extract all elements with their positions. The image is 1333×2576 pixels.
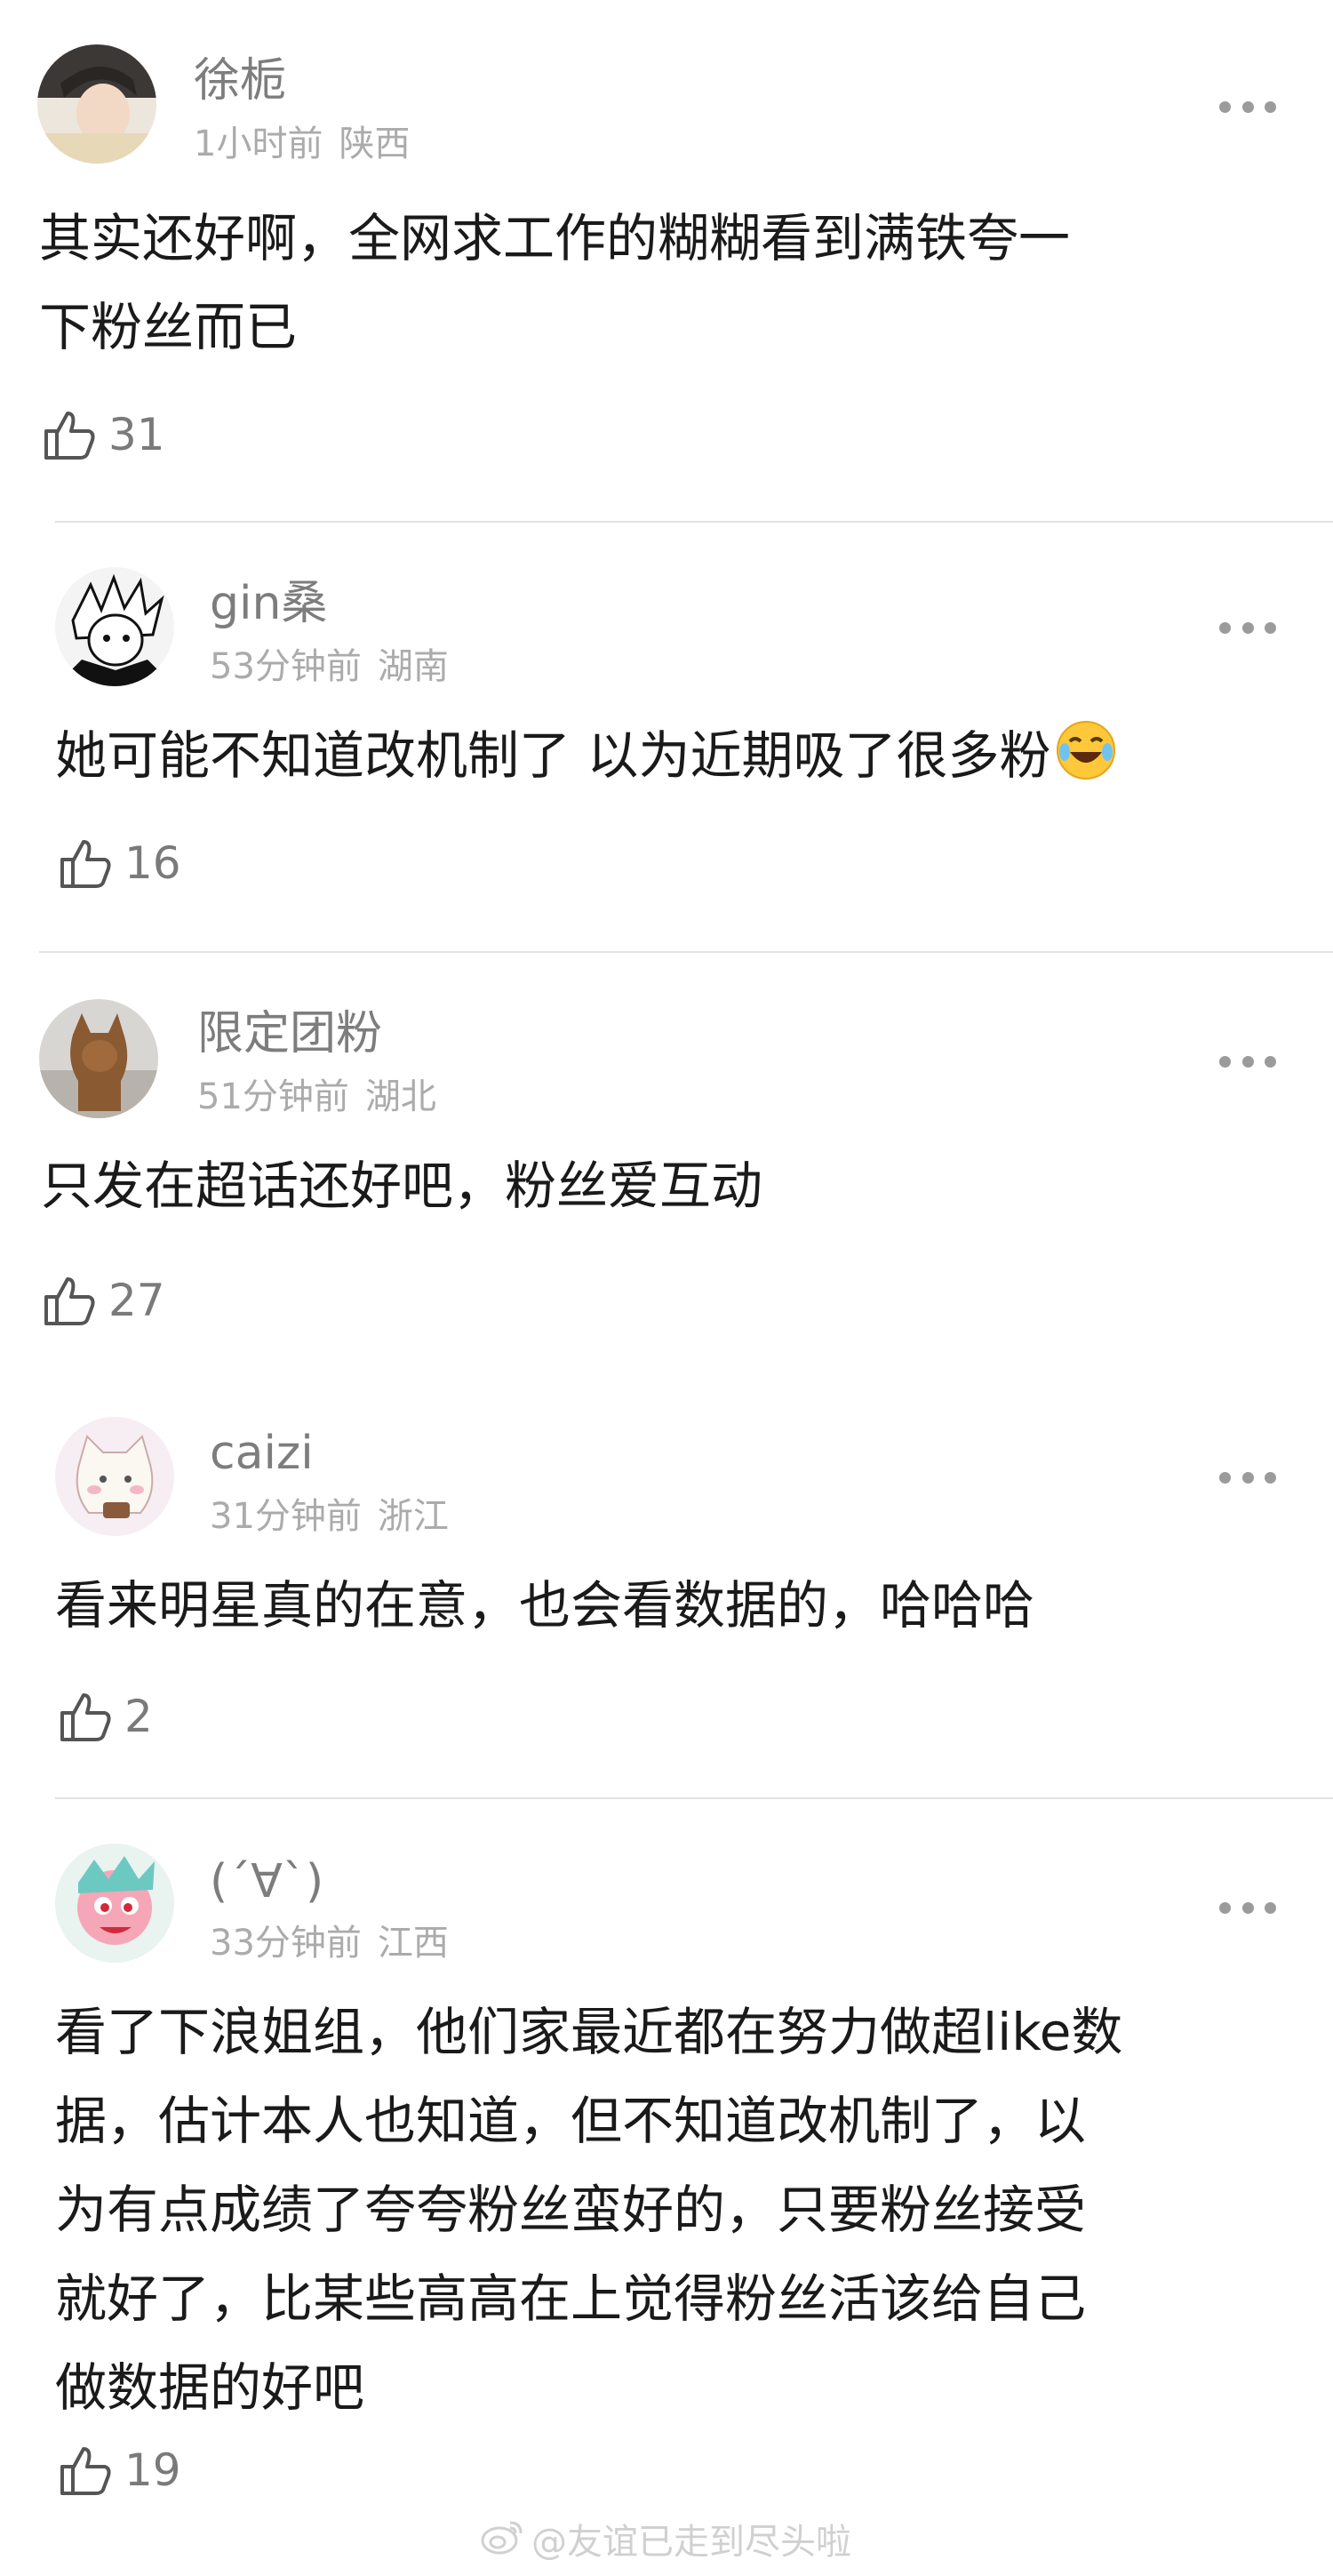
comment-content: 只发在超话还好吧，粉丝爱互动 [41,1141,762,1230]
avatar[interactable] [39,999,158,1118]
like-button[interactable]: 16 [57,832,181,894]
thumbs-up-icon [41,406,98,463]
comment-content: 她可能不知道改机制了 以为近期吸了很多粉 [55,711,1118,800]
comment-location: 湖北 [364,1076,436,1117]
like-count: 27 [108,1275,165,1326]
username[interactable]: caizi [210,1426,314,1481]
username[interactable]: 限定团粉 [197,1006,382,1061]
comment-content: 看来明星真的在意，也会看数据的，哈哈哈 [55,1561,1034,1650]
content-line: 看了下浪姐组，他们家最近都在努力做超like数 [55,2002,1123,2062]
comment-location: 湖南 [377,646,449,687]
comment-time: 53分钟前 [210,646,362,687]
more-dots-icon[interactable] [1219,1054,1276,1068]
like-button[interactable]: 19 [57,2439,181,2501]
username[interactable]: gin桑 [210,576,327,631]
more-dots-icon[interactable] [1219,1900,1276,1915]
comment-content: 看了下浪姐组，他们家最近都在努力做超like数 据，估计本人也知道，但不知道改机… [55,1988,1122,2432]
comment-meta: 51分钟前 湖北 [197,1076,436,1118]
content-line: 为有点成绩了夸夸粉丝蛮好的，只要粉丝接受 [55,2180,1087,2240]
laughing-crying-emoji-icon [1054,718,1118,782]
avatar[interactable] [55,1417,174,1536]
comment-item: 限定团粉 51分钟前 湖北 只发在超话还好吧，粉丝爱互动 27 [0,953,1333,1371]
comment-time: 31分钟前 [210,1496,362,1537]
content-line: 就好了，比某些高高在上觉得粉丝活该给自己 [55,2268,1087,2329]
content-line: 看来明星真的在意，也会看数据的，哈哈哈 [55,1575,1035,1636]
more-dots-icon[interactable] [1219,1470,1276,1484]
content-line: 做数据的好吧 [55,2357,365,2418]
like-count: 2 [124,1691,153,1742]
comment-item: 徐栀 1小时前 陕西 其实还好啊，全网求工作的糊糊看到满铁夸一 下粉丝而已 31 [0,0,1333,524]
comment-meta: 1小时前 陕西 [194,123,410,165]
content-line: 她可能不知道改机制了 以为近期吸了很多粉 [55,725,1051,786]
like-button[interactable]: 27 [41,1269,165,1332]
more-dots-icon[interactable] [1219,100,1276,114]
comment-time: 51分钟前 [197,1076,349,1117]
more-dots-icon[interactable] [1219,620,1276,635]
like-count: 31 [108,409,165,460]
comment-meta: 53分钟前 湖南 [210,645,449,688]
comment-meta: 33分钟前 江西 [210,1922,449,1964]
comment-item: (´∀`) 33分钟前 江西 看了下浪姐组，他们家最近都在努力做超like数 据，… [0,1799,1333,2510]
content-line: 下粉丝而已 [39,297,298,357]
username[interactable]: (´∀`) [210,1854,323,1909]
avatar[interactable] [37,44,156,164]
watermark: @友谊已走到尽头啦 [480,2517,851,2566]
thumbs-up-icon [57,2442,114,2499]
content-line: 只发在超话还好吧，粉丝爱互动 [41,1156,763,1216]
comment-item: caizi 31分钟前 浙江 看来明星真的在意，也会看数据的，哈哈哈 2 [0,1371,1333,1797]
comment-location: 陕西 [339,124,411,164]
comment-item: gin桑 53分钟前 湖南 她可能不知道改机制了 以为近期吸了很多粉 16 [0,524,1333,951]
divider [55,521,1333,523]
like-count: 16 [124,837,181,889]
thumbs-up-icon [41,1272,98,1329]
thumbs-up-icon [57,1688,114,1745]
comment-location: 浙江 [377,1496,449,1537]
like-count: 19 [124,2444,181,2496]
like-button[interactable]: 31 [41,404,165,466]
comment-time: 1小时前 [194,124,323,164]
comment-time: 33分钟前 [210,1923,362,1964]
comment-content: 其实还好啊，全网求工作的糊糊看到满铁夸一 下粉丝而已 [39,194,1070,372]
username[interactable]: 徐栀 [194,53,286,108]
content-line: 据，估计本人也知道，但不知道改机制了，以 [55,2091,1087,2151]
avatar[interactable] [55,567,174,686]
thumbs-up-icon [57,835,114,892]
comment-meta: 31分钟前 浙江 [210,1495,449,1538]
like-button[interactable]: 2 [57,1685,153,1748]
watermark-text: @友谊已走到尽头啦 [531,2521,851,2563]
avatar[interactable] [55,1844,174,1963]
content-line: 其实还好啊，全网求工作的糊糊看到满铁夸一 [39,208,1071,268]
weibo-logo-icon [480,2517,531,2566]
comment-location: 江西 [377,1923,449,1964]
